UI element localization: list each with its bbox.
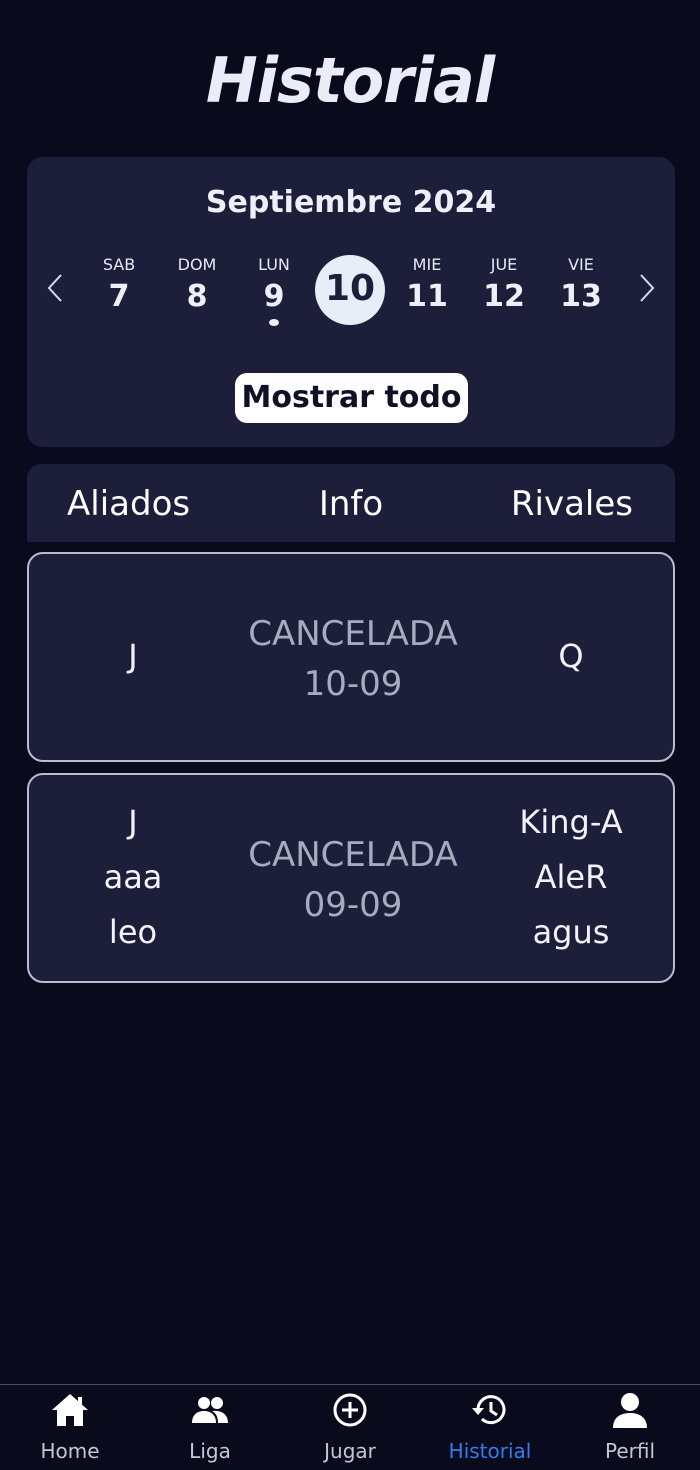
rival-name: Q [558,637,584,675]
match-info: CANCELADA 09-09 [203,830,503,930]
show-all-button[interactable]: Mostrar todo [235,373,468,423]
rivals-list: King-A AleR agus [496,795,646,960]
allies-list: J [58,629,208,684]
home-icon [52,1394,88,1426]
nav-perfil[interactable]: Perfil [560,1385,700,1470]
day-lun-9[interactable]: LUN 9 [239,255,309,326]
day-selected-10[interactable]: 10 [315,255,385,325]
day-dom-8[interactable]: DOM 8 [162,255,232,314]
day-jue-12[interactable]: JUE 12 [469,255,539,314]
nav-label: Liga [189,1439,231,1463]
person-icon [613,1393,647,1428]
nav-label: Home [40,1439,100,1463]
day-mie-11[interactable]: MIE 11 [392,255,462,314]
day-sab-7[interactable]: SAB 7 [84,255,154,314]
nav-label: Perfil [604,1439,656,1463]
ally-name: J [128,803,138,841]
nav-historial[interactable]: Historial [420,1385,560,1470]
rivals-list: Q [496,629,646,684]
match-status: CANCELADA [248,835,458,875]
page-title: Historial [205,44,495,117]
nav-jugar[interactable]: Jugar [280,1385,420,1470]
rival-name: AleR [534,858,608,896]
group-icon [192,1397,228,1423]
bottom-nav: Home Liga Jugar Historial Perfil [0,1384,700,1470]
chevron-right-icon[interactable] [635,273,659,309]
day-number: 9 [263,279,285,314]
nav-label: Jugar [324,1439,376,1463]
day-number: 11 [406,279,448,314]
history-icon [472,1395,506,1425]
chevron-left-icon[interactable] [43,273,67,309]
day-number: 13 [560,279,602,314]
nav-liga[interactable]: Liga [140,1385,280,1470]
day-number: 12 [483,279,525,314]
match-status: CANCELADA [248,614,458,654]
ally-name: leo [108,913,158,951]
calendar-card: Septiembre 2024 SAB 7 DOM 8 LUN 9 10 MIE… [27,157,675,447]
nav-label: Historial [448,1439,532,1463]
day-name: VIE [568,255,594,274]
match-date: 10-09 [303,664,403,704]
rival-name: King-A [519,803,623,841]
day-number: 7 [108,279,130,314]
match-card[interactable]: J CANCELADA 10-09 Q [27,552,675,762]
day-number: 8 [186,279,208,314]
header-rivals: Rivales [510,484,633,524]
day-name: SAB [102,255,136,274]
match-info: CANCELADA 10-09 [203,609,503,709]
ally-name: aaa [103,858,163,896]
allies-list: J aaa leo [58,795,208,960]
ally-name: J [128,637,138,675]
month-label: Septiembre 2024 [205,185,497,220]
day-name: LUN [258,255,290,274]
day-name: MIE [412,255,442,274]
day-name: DOM [177,255,217,274]
nav-home[interactable]: Home [0,1385,140,1470]
day-name: JUE [490,255,518,274]
match-date: 09-09 [303,885,403,925]
plus-circle-icon [333,1393,367,1427]
table-header: Aliados Info Rivales [27,464,675,542]
match-card[interactable]: J aaa leo CANCELADA 09-09 King-A AleR ag… [27,773,675,983]
day-vie-13[interactable]: VIE 13 [546,255,616,314]
event-dot [269,319,279,326]
rival-name: agus [532,913,610,951]
